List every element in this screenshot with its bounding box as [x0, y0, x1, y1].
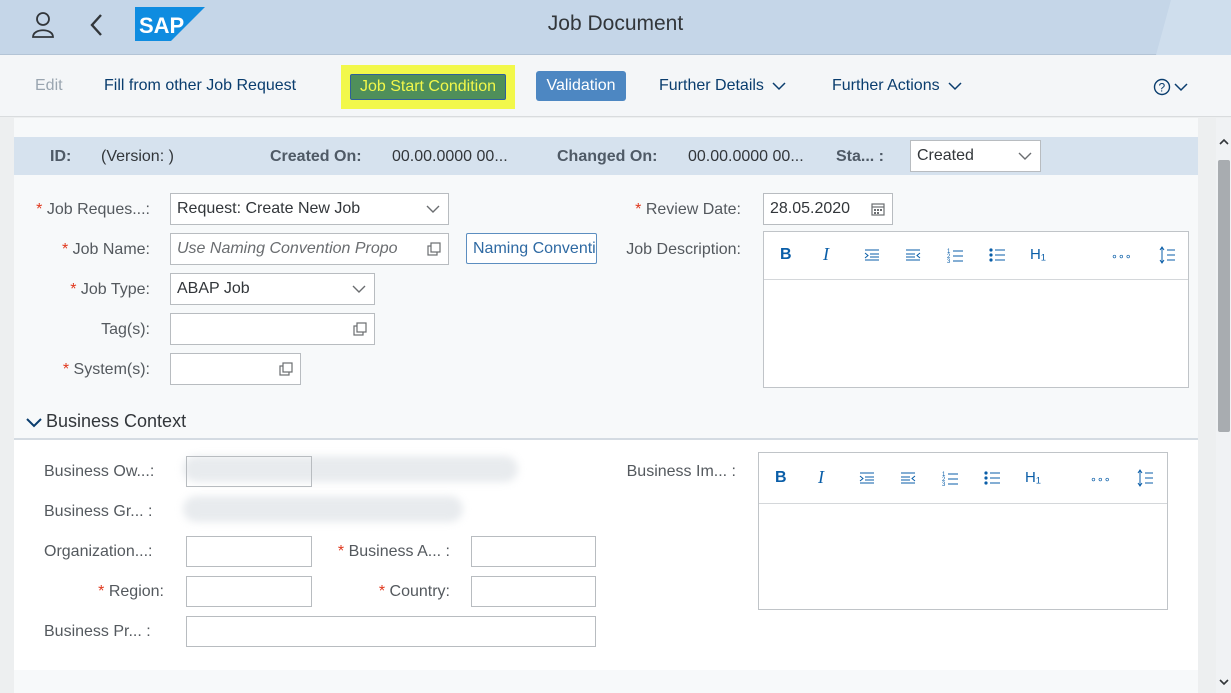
- heading-button[interactable]: H₁: [1025, 469, 1041, 486]
- bold-button[interactable]: B: [780, 246, 792, 264]
- job-type-select[interactable]: ABAP Job: [170, 273, 375, 305]
- job-description-editor[interactable]: B I 123 H₁ ∘∘∘: [763, 231, 1189, 388]
- further-details-label: Further Details: [659, 77, 764, 94]
- svg-text:?: ?: [1159, 81, 1166, 95]
- region-label: * Region:: [98, 583, 164, 600]
- bullet-list-icon[interactable]: [989, 247, 1005, 263]
- job-request-select[interactable]: Request: Create New Job: [170, 193, 449, 225]
- scroll-down-icon[interactable]: [1218, 676, 1230, 688]
- svg-text:3: 3: [942, 482, 946, 486]
- created-on-value: 00.00.0000 00...: [392, 148, 508, 165]
- header-strip: ID: (Version: ) Created On: 00.00.0000 0…: [14, 137, 1198, 175]
- business-owner-label: Business Ow...:: [44, 463, 155, 480]
- business-group-label: Business Gr... :: [44, 503, 153, 520]
- indent-icon[interactable]: [864, 248, 880, 262]
- status-select[interactable]: Created: [910, 140, 1041, 172]
- systems-input[interactable]: [170, 353, 301, 385]
- business-area-label: * Business A... :: [337, 543, 450, 560]
- chevron-down-icon: [772, 82, 786, 90]
- business-process-label: Business Pr... :: [44, 623, 151, 640]
- tags-input[interactable]: [170, 313, 375, 345]
- rich-text-toolbar: B I 123 H₁ ∘∘∘: [759, 453, 1167, 504]
- job-description-label: Job Description:: [626, 241, 741, 258]
- rich-text-toolbar: B I 123 H₁ ∘∘∘: [764, 232, 1188, 280]
- chevron-down-icon: [1018, 152, 1032, 160]
- business-context-title[interactable]: Business Context: [46, 411, 186, 432]
- business-impact-label: Business Im... :: [626, 463, 736, 480]
- organization-label: Organization...:: [44, 543, 153, 560]
- review-date-input[interactable]: 28.05.2020: [763, 193, 893, 225]
- line-spacing-icon[interactable]: [1137, 469, 1153, 487]
- more-button[interactable]: ∘∘∘: [1111, 250, 1132, 263]
- page-title: Job Document: [547, 12, 684, 35]
- chevron-down-icon: [426, 205, 440, 213]
- job-type-value: ABAP Job: [177, 280, 250, 297]
- job-start-condition-button[interactable]: Job Start Condition: [350, 74, 506, 100]
- value-help-icon[interactable]: [427, 242, 441, 256]
- further-details-menu[interactable]: Further Details: [659, 77, 786, 95]
- job-name-placeholder: Use Naming Convention Propo: [177, 240, 398, 257]
- business-impact-editor[interactable]: B I 123 H₁ ∘∘∘: [758, 452, 1168, 610]
- changed-on-label: Changed On:: [557, 148, 658, 165]
- country-label: * Country:: [378, 583, 450, 600]
- review-date-value: 28.05.2020: [770, 200, 851, 217]
- business-group-value: [183, 496, 463, 522]
- edit-button[interactable]: Edit: [35, 77, 63, 95]
- heading-button[interactable]: H₁: [1030, 246, 1046, 263]
- country-input[interactable]: [471, 576, 596, 607]
- created-on-label: Created On:: [270, 148, 362, 165]
- job-name-input[interactable]: Use Naming Convention Propo: [170, 233, 449, 265]
- italic-button[interactable]: I: [818, 467, 824, 488]
- bold-button[interactable]: B: [775, 469, 787, 487]
- job-request-value: Request: Create New Job: [177, 200, 361, 217]
- review-date-label: * Review Date:: [635, 201, 741, 218]
- job-request-label: * Job Reques...:: [36, 201, 150, 218]
- line-spacing-icon[interactable]: [1159, 246, 1175, 264]
- value-help-icon[interactable]: [353, 322, 367, 336]
- italic-button[interactable]: I: [823, 244, 829, 265]
- numbered-list-icon[interactable]: 123: [947, 247, 963, 263]
- changed-on-value: 00.00.0000 00...: [688, 148, 804, 165]
- bullet-list-icon[interactable]: [984, 470, 1000, 486]
- systems-label: * System(s):: [62, 361, 150, 378]
- scroll-up-icon[interactable]: [1218, 136, 1230, 148]
- business-owner-input[interactable]: [186, 456, 312, 487]
- job-start-condition-highlight: Job Start Condition: [341, 65, 515, 109]
- fill-from-other-job-request-button[interactable]: Fill from other Job Request: [104, 77, 296, 95]
- scrollbar-thumb[interactable]: [1218, 160, 1230, 432]
- further-actions-menu[interactable]: Further Actions: [832, 77, 962, 95]
- organization-input[interactable]: [186, 536, 312, 567]
- region-input[interactable]: [186, 576, 312, 607]
- status-label: Sta... :: [836, 148, 885, 165]
- value-help-icon[interactable]: [279, 362, 293, 376]
- id-label: ID:: [50, 148, 72, 165]
- chevron-down-icon: [948, 82, 962, 90]
- shell-decoration: [1156, 0, 1231, 55]
- job-name-label: * Job Name:: [61, 241, 150, 258]
- status-value: Created: [917, 147, 974, 164]
- numbered-list-icon[interactable]: 123: [942, 470, 958, 486]
- indent-icon[interactable]: [859, 471, 875, 485]
- outdent-icon[interactable]: [905, 248, 921, 262]
- further-actions-label: Further Actions: [832, 77, 940, 94]
- svg-text:3: 3: [947, 259, 951, 263]
- business-area-input[interactable]: [471, 536, 596, 567]
- naming-conventions-button[interactable]: Naming Conventions: [466, 233, 597, 264]
- tags-label: Tag(s):: [101, 321, 150, 338]
- version-text: (Version: ): [101, 148, 174, 165]
- job-type-label: * Job Type:: [70, 281, 150, 298]
- outdent-icon[interactable]: [900, 471, 916, 485]
- help-icon[interactable]: ?: [1153, 77, 1193, 99]
- chevron-down-icon: [352, 285, 366, 293]
- shell-bar: SAP Job Document: [0, 0, 1231, 55]
- validation-button[interactable]: Validation: [536, 71, 626, 101]
- more-button[interactable]: ∘∘∘: [1090, 473, 1111, 486]
- chevron-down-icon[interactable]: [26, 417, 42, 428]
- calendar-icon[interactable]: [871, 202, 885, 216]
- business-process-input[interactable]: [186, 616, 596, 647]
- toolbar: Edit Fill from other Job Request Job Sta…: [0, 55, 1231, 117]
